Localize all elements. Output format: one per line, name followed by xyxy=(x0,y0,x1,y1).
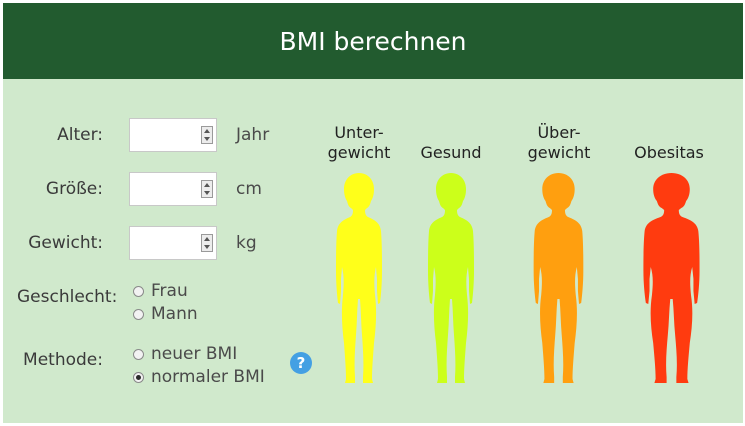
gender-label: Geschlecht: xyxy=(17,287,118,307)
category-overweight-line1: Über- xyxy=(537,123,581,142)
category-healthy-line1 xyxy=(396,123,506,143)
weight-spinner[interactable] xyxy=(201,234,213,252)
radio-mann-label[interactable]: Mann xyxy=(151,304,198,324)
category-obese-line1 xyxy=(614,123,724,143)
radio-frau-label[interactable]: Frau xyxy=(151,281,188,301)
age-input[interactable] xyxy=(129,118,217,152)
radio-normal-bmi[interactable] xyxy=(133,372,144,383)
female-silhouette-icon-underweight xyxy=(329,171,389,385)
category-healthy-label: Gesund xyxy=(396,123,506,163)
category-overweight-label: Über- gewicht xyxy=(504,123,614,163)
help-icon[interactable]: ? xyxy=(290,352,312,374)
weight-label: Gewicht: xyxy=(28,233,103,253)
page-title: BMI berechnen xyxy=(279,26,467,56)
height-input[interactable] xyxy=(129,172,217,206)
female-silhouette-icon-healthy xyxy=(421,171,481,385)
radio-frau[interactable] xyxy=(133,286,144,297)
method-label: Methode: xyxy=(23,350,103,370)
age-spinner[interactable] xyxy=(201,126,213,144)
radio-new-bmi-label[interactable]: neuer BMI xyxy=(151,344,237,364)
category-obese-line2: Obesitas xyxy=(634,143,704,162)
female-silhouette-icon-obese xyxy=(633,171,701,385)
age-unit: Jahr xyxy=(236,125,270,145)
height-label: Größe: xyxy=(45,179,103,199)
category-obese-label: Obesitas xyxy=(614,123,724,163)
age-label: Alter: xyxy=(57,125,103,145)
radio-mann[interactable] xyxy=(133,309,144,320)
bmi-calculator-panel: BMI berechnen Alter: Jahr Größe: cm Gewi… xyxy=(3,3,743,423)
weight-input[interactable] xyxy=(129,226,217,260)
weight-unit: kg xyxy=(236,233,257,253)
radio-normal-bmi-label[interactable]: normaler BMI xyxy=(151,367,265,387)
category-healthy-line2: Gesund xyxy=(420,143,482,162)
header-bar: BMI berechnen xyxy=(3,3,743,79)
female-silhouette-icon-overweight xyxy=(527,171,589,385)
radio-new-bmi[interactable] xyxy=(133,349,144,360)
height-unit: cm xyxy=(236,179,262,199)
height-spinner[interactable] xyxy=(201,180,213,198)
category-overweight-line2: gewicht xyxy=(527,143,591,162)
